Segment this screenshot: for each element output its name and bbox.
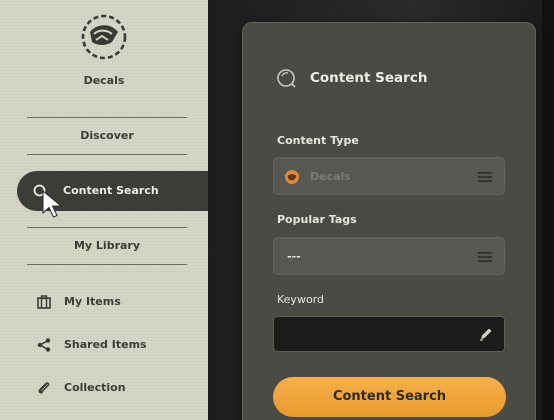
content-type-label: Content Type <box>277 134 359 147</box>
menu-item-label: My Items <box>64 295 121 308</box>
right-edge <box>542 0 554 420</box>
panel-title: Content Search <box>310 70 428 86</box>
content-type-select[interactable]: Decals <box>273 157 505 195</box>
menu-item-label: Collection <box>64 381 126 394</box>
menu-item-label: Shared Items <box>64 338 147 351</box>
briefcase-icon <box>37 295 51 309</box>
decal-logo-icon <box>81 14 127 60</box>
decal-icon <box>285 170 299 184</box>
nav-my-library[interactable]: My Library <box>27 239 187 257</box>
nav-discover[interactable]: Discover <box>27 129 187 147</box>
paperclip-icon <box>38 382 50 394</box>
nav-content-search-label: Content Search <box>63 184 159 197</box>
menu-item-collection[interactable]: Collection <box>30 379 200 397</box>
divider <box>27 154 187 155</box>
menu-icon <box>478 252 492 262</box>
content-search-button[interactable]: Content Search <box>273 377 506 417</box>
app-title: Decals <box>83 74 125 87</box>
divider <box>27 264 187 265</box>
mouse-cursor-icon <box>42 189 63 218</box>
share-icon <box>37 338 51 352</box>
divider <box>27 117 187 118</box>
content-type-value: Decals <box>310 170 351 183</box>
menu-item-shared-items[interactable]: Shared Items <box>30 336 200 354</box>
keyword-label: Keyword <box>277 293 324 306</box>
sidebar: Decals Discover Content Search My Librar… <box>0 0 210 420</box>
search-icon <box>277 69 296 88</box>
divider <box>27 227 187 228</box>
menu-item-my-items[interactable]: My Items <box>30 293 200 311</box>
menu-icon <box>478 172 492 182</box>
popular-tags-label: Popular Tags <box>277 213 357 226</box>
keyword-input[interactable] <box>273 316 505 352</box>
popular-tags-value: --- <box>287 250 301 263</box>
pencil-icon <box>480 328 492 341</box>
popular-tags-select[interactable]: --- <box>273 237 505 275</box>
